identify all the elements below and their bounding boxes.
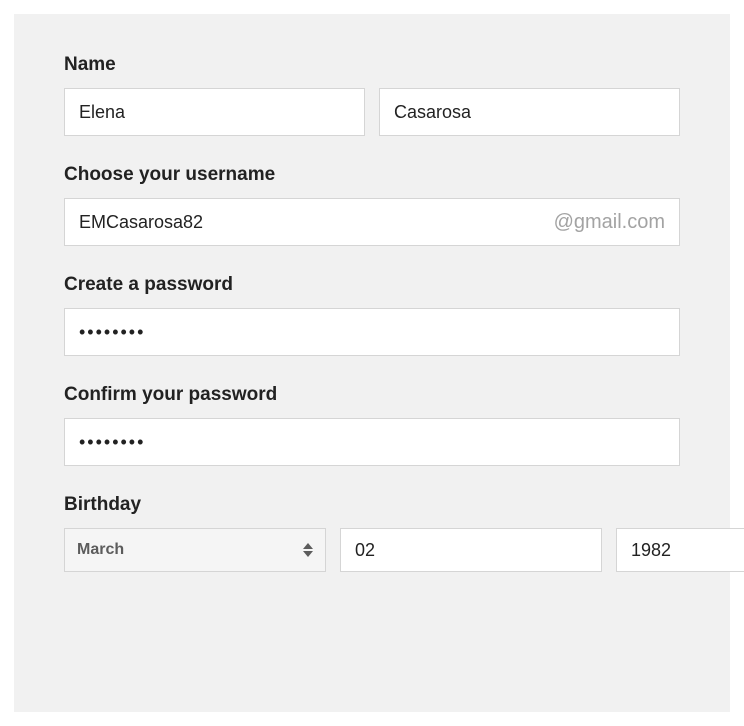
password-group: Create a password bbox=[64, 274, 680, 356]
birthday-label: Birthday bbox=[64, 494, 680, 516]
sort-arrows-icon bbox=[303, 543, 313, 557]
name-group: Name bbox=[64, 54, 680, 136]
month-select[interactable]: March bbox=[64, 528, 326, 572]
birthday-group: Birthday March bbox=[64, 494, 680, 572]
year-input[interactable] bbox=[616, 528, 744, 572]
first-name-input[interactable] bbox=[64, 88, 365, 136]
username-input[interactable] bbox=[79, 199, 554, 245]
birthday-row: March bbox=[64, 528, 680, 572]
confirm-group: Confirm your password bbox=[64, 384, 680, 466]
password-input[interactable] bbox=[64, 308, 680, 356]
username-group: Choose your username @gmail.com bbox=[64, 164, 680, 246]
username-suffix: @gmail.com bbox=[554, 211, 665, 234]
username-wrapper[interactable]: @gmail.com bbox=[64, 198, 680, 246]
month-value: March bbox=[77, 541, 124, 559]
confirm-label: Confirm your password bbox=[64, 384, 680, 406]
name-row bbox=[64, 88, 680, 136]
password-label: Create a password bbox=[64, 274, 680, 296]
name-label: Name bbox=[64, 54, 680, 76]
day-input[interactable] bbox=[340, 528, 602, 572]
confirm-password-input[interactable] bbox=[64, 418, 680, 466]
username-label: Choose your username bbox=[64, 164, 680, 186]
last-name-input[interactable] bbox=[379, 88, 680, 136]
signup-form: Name Choose your username @gmail.com Cre… bbox=[14, 14, 730, 712]
